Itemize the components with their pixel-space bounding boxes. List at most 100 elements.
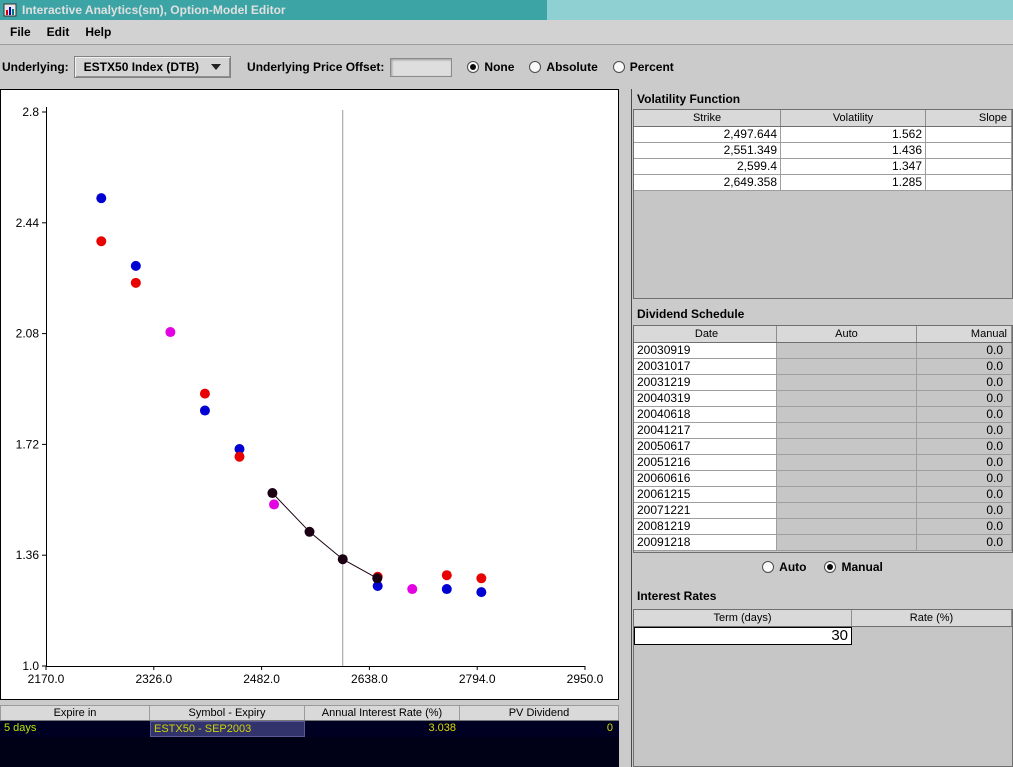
dividend-row[interactable]: 20031219 0.0 [634,375,1012,391]
symbol-expiry-cell[interactable]: ESTX50 - SEP2003 [150,721,305,737]
data-point-red-vol[interactable] [200,389,210,399]
dividend-manual-cell[interactable]: 0.0 [917,343,1012,359]
dividend-date-cell: 20071221 [634,503,777,519]
menu-file[interactable]: File [2,23,39,41]
expiry-table-row[interactable]: 5 days ESTX50 - SEP2003 3.038 0 [0,721,619,737]
annual-interest-rate-cell[interactable]: 3.038 [305,721,460,737]
underlying-label: Underlying: [2,60,69,74]
dividend-manual-cell[interactable]: 0.0 [917,423,1012,439]
menu-edit[interactable]: Edit [39,23,78,41]
underlying-combo[interactable]: ESTX50 Index (DTB) [74,56,231,78]
dividend-manual-cell[interactable]: 0.0 [917,471,1012,487]
dividend-row[interactable]: 200506170.0 [634,439,1012,455]
dividend-manual-cell[interactable]: 0.0 [917,519,1012,535]
dividend-manual-cell[interactable]: 0.0 [917,503,1012,519]
data-point-model-curve[interactable] [372,573,382,583]
data-point-red-vol[interactable] [234,452,244,462]
data-point-magenta-vol[interactable] [269,499,279,509]
dividend-row[interactable]: 200403190.0 [634,391,1012,407]
volatility-header: Volatility [781,110,926,126]
dividend-manual-cell[interactable]: 0.0 [917,359,1012,375]
offset-label: Underlying Price Offset: [247,60,384,74]
data-point-model-curve[interactable] [267,488,277,498]
split-divider[interactable] [619,89,631,767]
y-tick-label: 1.36 [16,548,40,562]
volatility-row[interactable]: 2,497.6441.562 [634,127,1012,143]
dividend-manual-cell[interactable]: 0.0 [917,535,1012,551]
expiry-header-rate: Annual Interest Rate (%) [305,706,460,720]
dividend-date-cell: 20041217 [634,423,777,439]
dividend-auto-cell [777,535,917,551]
volatility-smile-chart[interactable]: 2.82.442.081.721.361.02170.02326.02482.0… [0,89,619,700]
menubar: File Edit Help [0,20,1013,45]
titlebar[interactable]: Interactive Analytics(sm), Option-Model … [0,0,1013,20]
slope-header: Slope [926,110,1012,126]
dividend-date-cell: 20031017 [634,359,777,375]
dividend-row[interactable]: 20031017 0.0 [634,359,1012,375]
radio-manual[interactable] [824,561,836,573]
dividend-row[interactable]: 20040618 0.0 [634,407,1012,423]
dividend-row[interactable]: 200606160.0 [634,471,1012,487]
dividend-auto-cell [777,343,917,359]
data-point-red-vol[interactable] [476,573,486,583]
radio-percent[interactable] [613,61,625,73]
strike-cell: 2,551.349 [634,143,781,159]
data-point-model-curve[interactable] [305,527,315,537]
toolbar: Underlying: ESTX50 Index (DTB) Underlyin… [0,45,1013,89]
dividend-row[interactable]: 20051216 0.0 [634,455,1012,471]
radio-auto[interactable] [762,561,774,573]
volatility-cell: 1.562 [781,127,926,143]
volatility-row[interactable]: 2,649.3581.285 [634,175,1012,191]
data-point-blue-vol[interactable] [200,406,210,416]
dividend-manual-cell[interactable]: 0.0 [917,391,1012,407]
date-header: Date [634,326,777,342]
dividend-row[interactable]: 200612150.0 [634,487,1012,503]
dividend-date-cell: 20040618 [634,407,777,423]
dividend-row[interactable]: 200912180.0 [634,535,1012,551]
data-point-blue-vol[interactable] [96,193,106,203]
expiry-header-pv-dividend: PV Dividend [460,706,619,720]
dividend-row[interactable]: 200812190.0 [634,519,1012,535]
pv-dividend-cell[interactable]: 0 [460,721,619,737]
chart-svg[interactable]: 2.82.442.081.721.361.02170.02326.02482.0… [1,90,618,699]
dividend-row[interactable]: 20071221 0.0 [634,503,1012,519]
radio-absolute-label: Absolute [546,60,597,74]
dividend-manual-cell[interactable]: 0.0 [917,439,1012,455]
offset-input[interactable] [390,58,452,77]
data-point-magenta-vol[interactable] [407,584,417,594]
auto-radio-group: Auto [762,560,806,574]
data-point-red-vol[interactable] [96,236,106,246]
data-point-model-curve[interactable] [338,554,348,564]
dividend-schedule-table: Date Auto Manual 200309190.0200310170.02… [633,325,1013,553]
titlebar-active-segment: Interactive Analytics(sm), Option-Model … [0,0,547,20]
menu-help[interactable]: Help [77,23,119,41]
data-point-red-vol[interactable] [131,278,141,288]
dividend-manual-cell[interactable]: 0.0 [917,487,1012,503]
dividend-date-cell: 20051216 [634,455,777,471]
offset-radio-absolute-group: Absolute [529,60,597,74]
data-point-red-vol[interactable] [442,570,452,580]
data-point-magenta-vol[interactable] [165,327,175,337]
volatility-row[interactable]: 2,551.3491.436 [634,143,1012,159]
dividend-date-cell: 20031219 [634,375,777,391]
dividend-auto-cell [777,503,917,519]
dividend-auto-cell [777,487,917,503]
radio-none[interactable] [467,61,479,73]
dividend-auto-cell [777,359,917,375]
data-point-blue-vol[interactable] [442,584,452,594]
rate-empty-cell[interactable] [852,627,1012,645]
volatility-row[interactable]: 2,599.41.347 [634,159,1012,175]
dividend-row[interactable]: 20030919 0.0 [634,343,1012,359]
radio-absolute[interactable] [529,61,541,73]
right-panel: Volatility Function Strike Volatility Sl… [631,89,1013,767]
dividend-manual-cell[interactable]: 0.0 [917,375,1012,391]
dividend-row[interactable]: 20041217 0.0 [634,423,1012,439]
auto-header: Auto [777,326,917,342]
data-point-blue-vol[interactable] [476,587,486,597]
term-editor-cell[interactable]: 30 [634,627,852,645]
dividend-date-cell: 20030919 [634,343,777,359]
data-point-blue-vol[interactable] [131,261,141,271]
dividend-manual-cell[interactable]: 0.0 [917,407,1012,423]
dividend-manual-cell[interactable]: 0.0 [917,455,1012,471]
radio-percent-label: Percent [630,60,674,74]
